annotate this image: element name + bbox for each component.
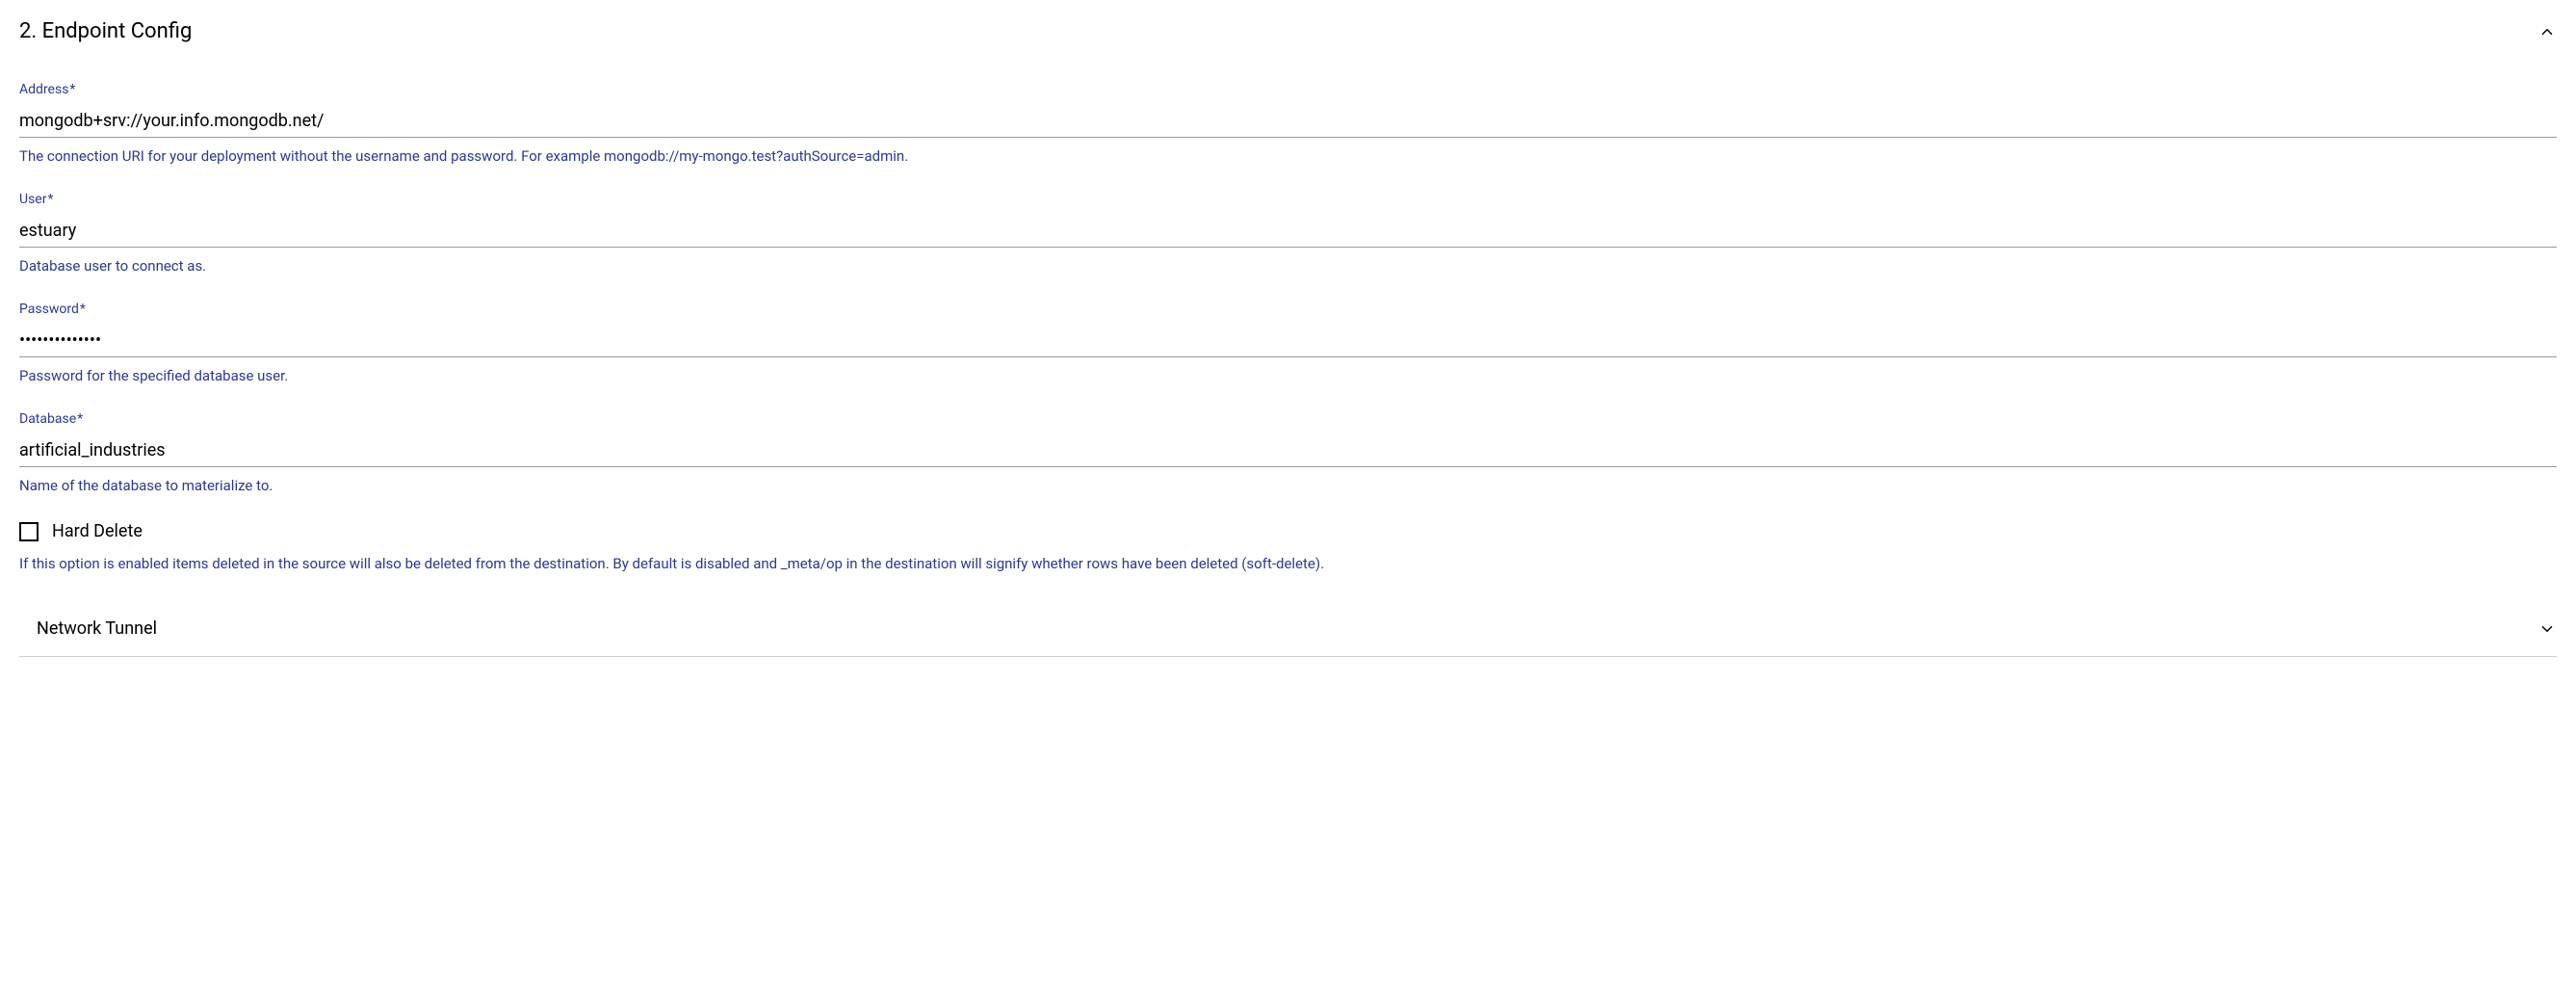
user-label: User* xyxy=(19,192,2557,207)
section-header[interactable]: 2. Endpoint Config xyxy=(19,19,2557,43)
address-field-group: Address* The connection URI for your dep… xyxy=(19,82,2557,165)
password-field-group: Password* Password for the specified dat… xyxy=(19,302,2557,384)
database-label: Database* xyxy=(19,411,2557,427)
hard-delete-label: Hard Delete xyxy=(52,521,143,541)
user-input[interactable] xyxy=(19,215,2557,248)
hard-delete-help: If this option is enabled items deleted … xyxy=(19,555,2557,572)
password-input[interactable] xyxy=(19,325,2557,357)
chevron-up-icon xyxy=(2537,22,2557,41)
hard-delete-checkbox[interactable] xyxy=(19,522,39,541)
chevron-down-icon xyxy=(2537,619,2557,639)
address-input[interactable] xyxy=(19,105,2557,138)
database-help: Name of the database to materialize to. xyxy=(19,477,2557,494)
network-tunnel-section[interactable]: Network Tunnel xyxy=(19,601,2557,657)
address-help: The connection URI for your deployment w… xyxy=(19,147,2557,165)
database-field-group: Database* Name of the database to materi… xyxy=(19,411,2557,494)
section-title: 2. Endpoint Config xyxy=(19,19,192,43)
user-help: Database user to connect as. xyxy=(19,257,2557,275)
network-tunnel-title: Network Tunnel xyxy=(37,618,157,639)
password-label: Password* xyxy=(19,302,2557,317)
address-label: Address* xyxy=(19,82,2557,97)
database-input[interactable] xyxy=(19,434,2557,467)
user-field-group: User* Database user to connect as. xyxy=(19,192,2557,275)
hard-delete-row: Hard Delete xyxy=(19,521,2557,541)
password-help: Password for the specified database user… xyxy=(19,367,2557,384)
